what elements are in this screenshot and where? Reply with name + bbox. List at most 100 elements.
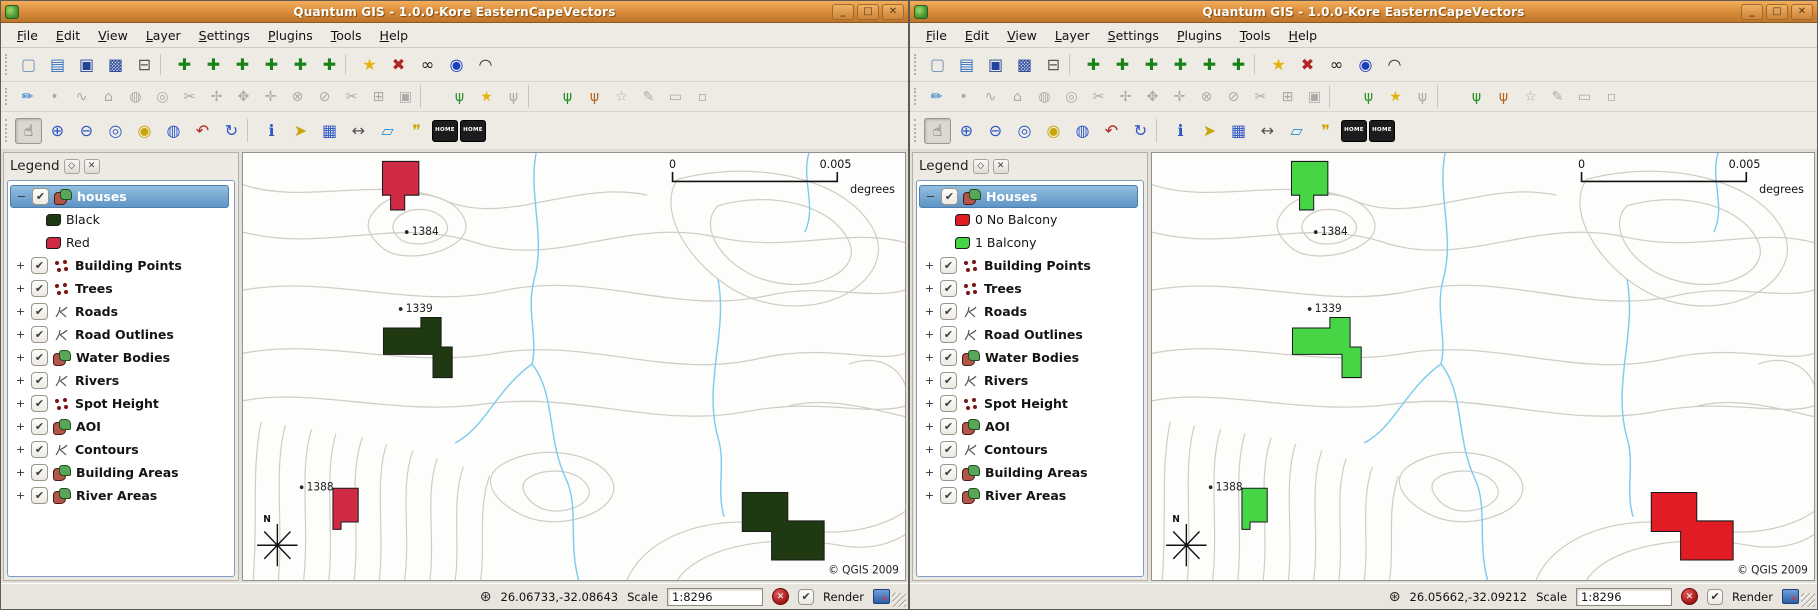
composer-manager-home-button[interactable]: HOME [1369, 120, 1395, 142]
stop-render-button[interactable]: ✕ [772, 588, 789, 605]
add-vertex-button[interactable]: ✛ [1167, 85, 1192, 108]
legend-float-button[interactable]: ◇ [64, 159, 80, 174]
toolbar-button[interactable] [1437, 85, 1462, 108]
layer-checkbox[interactable]: ✔ [31, 464, 48, 481]
delete-selected-button[interactable]: ⊘ [312, 85, 337, 108]
layer-checkbox[interactable]: ✔ [940, 303, 957, 320]
toolbar-grip[interactable] [914, 54, 919, 74]
move-feature-button[interactable]: ✥ [1140, 85, 1165, 108]
expander-toggle[interactable]: + [924, 259, 935, 272]
zoom-layer-button[interactable]: ◍ [1069, 118, 1096, 144]
crs-status-icon[interactable]: ✕ [873, 589, 890, 604]
attribute-table-button[interactable]: ▦ [1225, 118, 1252, 144]
map-canvas[interactable]: 1384 1339 1388 0 0.005 degrees N © QG [1151, 152, 1815, 581]
maximize-button[interactable]: □ [857, 4, 879, 20]
layer-checkbox[interactable]: ✔ [31, 326, 48, 343]
legend-row[interactable]: + ✔ Building Points [919, 254, 1141, 277]
move-vertex-button[interactable]: ✢ [204, 85, 229, 108]
toolbar-button[interactable] [528, 85, 553, 108]
maximize-button[interactable]: □ [1766, 4, 1788, 20]
measure-area-button[interactable]: ▱ [374, 118, 401, 144]
zoom-selection-button[interactable]: ◉ [131, 118, 158, 144]
toolbar-button[interactable] [1156, 119, 1165, 142]
add-island-button[interactable]: ◎ [150, 85, 175, 108]
add-projection-layer-button[interactable]: ✚ [316, 52, 343, 78]
layer-checkbox[interactable]: ✔ [940, 372, 957, 389]
zoom-out-button[interactable]: ⊖ [982, 118, 1009, 144]
grass-add-vector-button[interactable]: ψ [1464, 85, 1489, 108]
menu-item[interactable]: Edit [957, 25, 997, 46]
projection-icon[interactable]: ⊛ [480, 589, 492, 605]
add-to-overview-button[interactable]: ∞ [1323, 52, 1350, 78]
add-island-button[interactable]: ◎ [1059, 85, 1084, 108]
layer-checkbox[interactable]: ✔ [32, 188, 49, 205]
menu-item[interactable]: Layer [1047, 25, 1098, 46]
add-ring-button[interactable]: ◍ [1032, 85, 1057, 108]
add-vertex-button[interactable]: ✛ [258, 85, 283, 108]
grass-edit-button[interactable]: ✎ [636, 85, 661, 108]
composer-manager-home-button[interactable]: HOME [460, 120, 486, 142]
scale-input[interactable]: 1:8296 [667, 588, 763, 606]
toolbar-grip[interactable] [5, 88, 10, 106]
crs-status-icon[interactable]: ✕ [1782, 589, 1799, 604]
add-gps-layer-button[interactable]: ✚ [287, 52, 314, 78]
menu-item[interactable]: Edit [48, 25, 88, 46]
legend-row[interactable]: + ✔ Water Bodies [10, 346, 232, 369]
map-tips-button[interactable]: ❞ [1312, 118, 1339, 144]
expander-toggle[interactable]: + [924, 305, 935, 318]
grass-add-raster-button[interactable]: ψ [582, 85, 607, 108]
delete-vertex-button[interactable]: ⊗ [1194, 85, 1219, 108]
legend-row[interactable]: Red [10, 231, 232, 254]
new-vector-layer-button[interactable]: ★ [356, 52, 383, 78]
expander-toggle[interactable]: + [15, 305, 26, 318]
expander-toggle[interactable]: − [16, 190, 27, 203]
menu-item[interactable]: Help [372, 25, 417, 46]
menu-item[interactable]: File [918, 25, 955, 46]
menu-item[interactable]: File [9, 25, 46, 46]
add-raster-layer-button[interactable]: ✚ [200, 52, 227, 78]
render-checkbox[interactable]: ✔ [1707, 589, 1723, 605]
layer-checkbox[interactable]: ✔ [940, 441, 957, 458]
expander-toggle[interactable]: + [924, 328, 935, 341]
layer-checkbox[interactable]: ✔ [31, 441, 48, 458]
layer-checkbox[interactable]: ✔ [940, 349, 957, 366]
projection-icon[interactable]: ⊛ [1389, 589, 1401, 605]
measure-line-button[interactable]: ↔ [345, 118, 372, 144]
grass-close-mapset-button[interactable]: ψ [501, 85, 526, 108]
delete-vertex-button[interactable]: ⊗ [285, 85, 310, 108]
expander-toggle[interactable]: + [15, 282, 26, 295]
toggle-editing-button[interactable]: ✏ [15, 85, 40, 108]
legend-close-button[interactable]: ✕ [84, 159, 100, 174]
legend-row[interactable]: + ✔ Roads [919, 300, 1141, 323]
capture-line-button[interactable]: ∿ [69, 85, 94, 108]
split-features-button[interactable]: ✂ [1086, 85, 1111, 108]
refresh-button[interactable]: ↻ [218, 118, 245, 144]
legend-row[interactable]: + ✔ AOI [10, 415, 232, 438]
new-project-button[interactable]: ▢ [924, 52, 951, 78]
expander-toggle[interactable]: + [924, 443, 935, 456]
menu-item[interactable]: View [90, 25, 136, 46]
expander-toggle[interactable]: + [924, 420, 935, 433]
attribute-table-button[interactable]: ▦ [316, 118, 343, 144]
expander-toggle[interactable]: + [924, 282, 935, 295]
print-button[interactable]: ⊟ [131, 52, 158, 78]
expander-toggle[interactable]: − [925, 190, 936, 203]
legend-row[interactable]: 0 No Balcony [919, 208, 1141, 231]
zoom-last-button[interactable]: ↶ [189, 118, 216, 144]
identify-button[interactable]: ℹ [258, 118, 285, 144]
expander-toggle[interactable]: + [924, 351, 935, 364]
legend-row[interactable]: + ✔ Contours [919, 438, 1141, 461]
expander-toggle[interactable]: + [924, 466, 935, 479]
legend-row[interactable]: + ✔ Building Areas [919, 461, 1141, 484]
render-checkbox[interactable]: ✔ [798, 589, 814, 605]
title-bar[interactable]: Quantum GIS - 1.0.0-Kore EasternCapeVect… [1, 1, 908, 23]
legend-row[interactable]: + ✔ Spot Height [10, 392, 232, 415]
layer-checkbox[interactable]: ✔ [31, 349, 48, 366]
toolbar-grip[interactable] [914, 119, 919, 142]
expander-toggle[interactable]: + [15, 397, 26, 410]
toolbar-button[interactable] [247, 119, 256, 142]
copy-features-button[interactable]: ⊞ [1275, 85, 1300, 108]
legend-row[interactable]: + ✔ Road Outlines [919, 323, 1141, 346]
add-vector-layer-button[interactable]: ✚ [1080, 52, 1107, 78]
move-feature-button[interactable]: ✥ [231, 85, 256, 108]
